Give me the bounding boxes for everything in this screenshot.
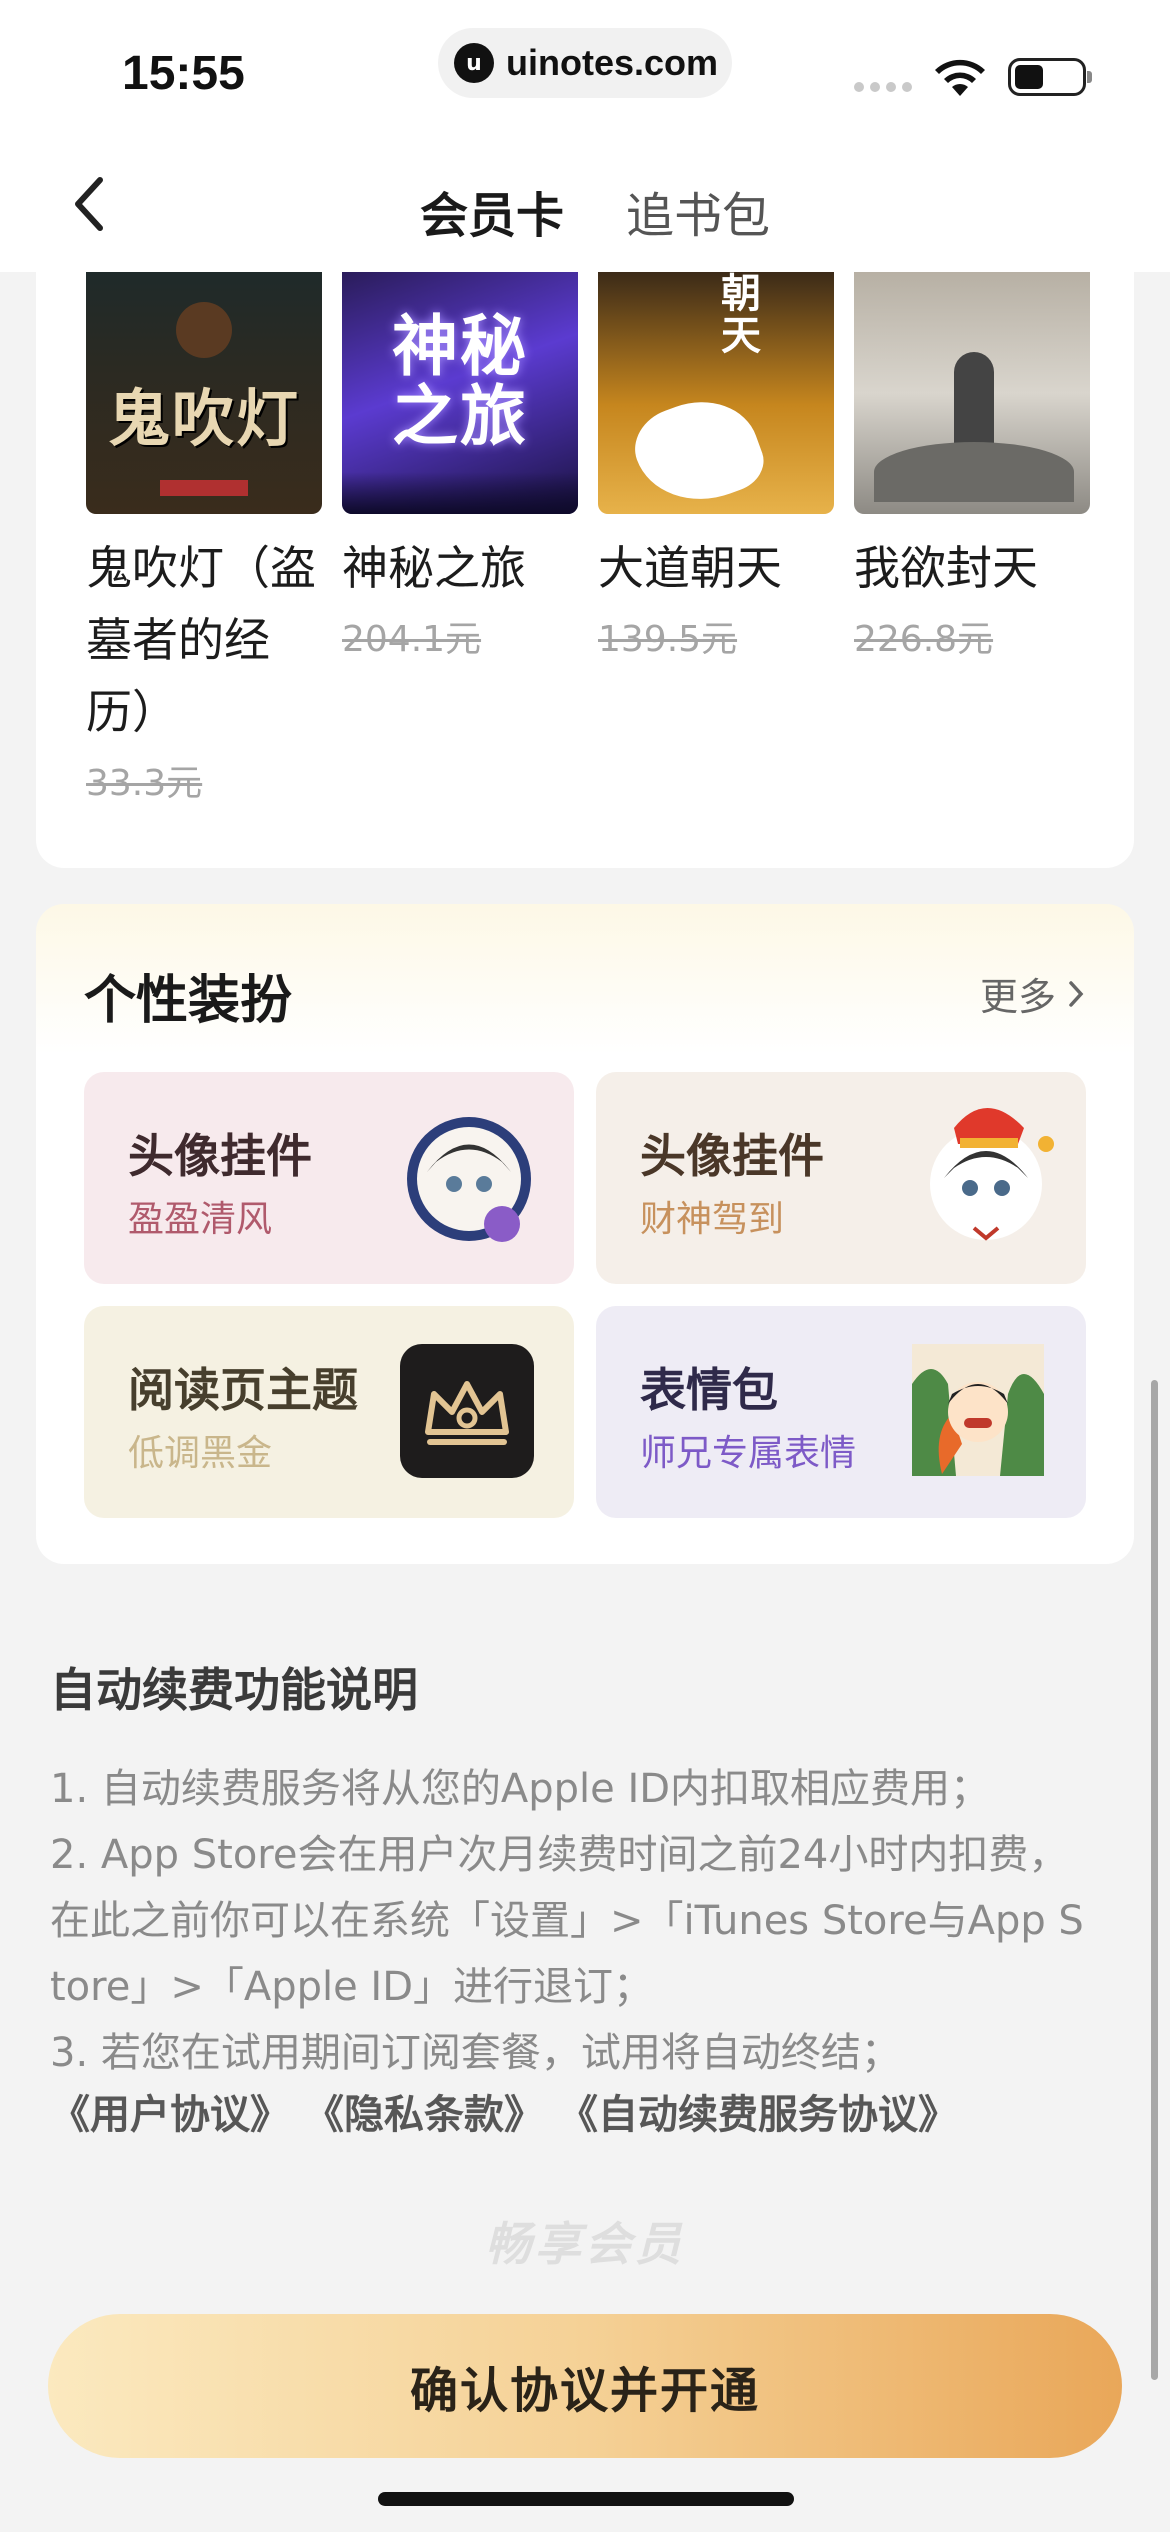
book-title: 大道朝天: [598, 541, 782, 595]
back-button[interactable]: [58, 174, 118, 234]
confirm-subscribe-button[interactable]: 确认协议并开通: [48, 2314, 1122, 2458]
status-bar: 15:55 u uinotes.com: [0, 0, 1170, 140]
dress-up-item[interactable]: 表情包 师兄专属表情: [596, 1306, 1086, 1518]
site-logo-icon: u: [454, 43, 494, 83]
tab-book-pack[interactable]: 追书包: [626, 176, 770, 246]
book-item[interactable]: 神秘之旅 神秘之旅 204.1元: [342, 272, 578, 662]
dress-up-item[interactable]: 阅读页主题 低调黑金: [84, 1306, 574, 1518]
dress-up-card: 个性装扮 更多 头像挂件 盈盈清风 头像挂件 财神驾到 阅读页主题 低调黑金 表…: [36, 904, 1134, 1564]
book-item[interactable]: 朝天 大道朝天 139.5元: [598, 272, 834, 662]
url-text: uinotes.com: [506, 42, 719, 83]
dress-up-item[interactable]: 头像挂件 财神驾到: [596, 1072, 1086, 1284]
item-title: 头像挂件: [640, 1129, 824, 1183]
avatar-pendant-icon: [930, 1108, 1054, 1241]
item-title: 表情包: [640, 1363, 778, 1417]
book-item[interactable]: 我欲封天 226.8元: [854, 272, 1090, 662]
item-title: 头像挂件: [128, 1129, 312, 1183]
book-price: 33.3元: [86, 763, 203, 804]
book-title: 神秘之旅: [342, 541, 526, 595]
renew-line: 1. 自动续费服务将从您的Apple ID内扣取相应费用；: [50, 1766, 991, 1812]
item-title: 阅读页主题: [128, 1363, 358, 1417]
item-subtitle: 财神驾到: [640, 1199, 785, 1240]
avatar-pendant-icon: [407, 1117, 531, 1242]
nav-bar: 会员卡 追书包: [0, 140, 1170, 272]
book-cover: 鬼吹灯: [86, 272, 322, 514]
item-subtitle: 盈盈清风: [128, 1199, 273, 1240]
renew-line: tore」>「Apple ID」进行退订；: [50, 1964, 654, 2010]
book-price: 139.5元: [598, 619, 738, 660]
book-item[interactable]: 鬼吹灯 鬼吹灯（盗墓者的经历） 33.3元: [86, 272, 322, 806]
url-pill[interactable]: u uinotes.com: [438, 28, 732, 98]
section-title: 个性装扮: [84, 971, 293, 1031]
more-label: 更多: [979, 975, 1056, 1019]
book-title: 鬼吹灯（盗墓者的经历）: [86, 541, 316, 739]
user-agreement-link[interactable]: 《用户协议》: [50, 2082, 290, 2140]
sticker-icon: [912, 1344, 1044, 1476]
scrollbar[interactable]: [1151, 1380, 1158, 2380]
renew-line: 2. App Store会在用户次月续费时间之前24小时内扣费，: [50, 1832, 1069, 1878]
agreement-links: 《用户协议》 《隐私条款》 《自动续费服务协议》: [50, 2082, 958, 2140]
book-price: 204.1元: [342, 619, 482, 660]
membership-watermark: 畅享会员: [485, 2217, 685, 2271]
chevron-left-icon: [75, 177, 103, 231]
book-cover: 朝天: [598, 272, 834, 514]
auto-renew-agreement-link[interactable]: 《自动续费服务协议》: [558, 2082, 958, 2140]
home-indicator: [378, 2492, 794, 2506]
chevron-right-icon: [1069, 980, 1084, 1007]
dress-up-item[interactable]: 头像挂件 盈盈清风: [84, 1072, 574, 1284]
book-cover: [854, 272, 1090, 514]
wifi-icon: [935, 59, 985, 96]
book-cover: 神秘之旅: [342, 272, 578, 514]
privacy-policy-link[interactable]: 《隐私条款》: [304, 2082, 544, 2140]
renew-title: 自动续费功能说明: [50, 1663, 418, 1717]
battery-icon: [1008, 58, 1092, 96]
crown-icon: [400, 1344, 534, 1478]
status-time: 15:55: [122, 47, 245, 100]
item-subtitle: 师兄专属表情: [640, 1433, 857, 1474]
more-link[interactable]: 更多: [980, 966, 1084, 1021]
book-title: 我欲封天: [854, 541, 1038, 595]
renew-line: 在此之前你可以在系统「设置」>「iTunes Store与App S: [50, 1898, 1084, 1944]
book-price: 226.8元: [854, 619, 994, 660]
cellular-signal-icon: [854, 82, 912, 92]
item-subtitle: 低调黑金: [128, 1433, 273, 1474]
books-card: 鬼吹灯 鬼吹灯（盗墓者的经历） 33.3元 神秘之旅 神秘之旅 204.1元 朝…: [36, 272, 1134, 868]
tab-membership-card[interactable]: 会员卡: [420, 176, 564, 246]
renew-line: 3. 若您在试用期间订阅套餐，试用将自动终结；: [50, 2030, 901, 2076]
